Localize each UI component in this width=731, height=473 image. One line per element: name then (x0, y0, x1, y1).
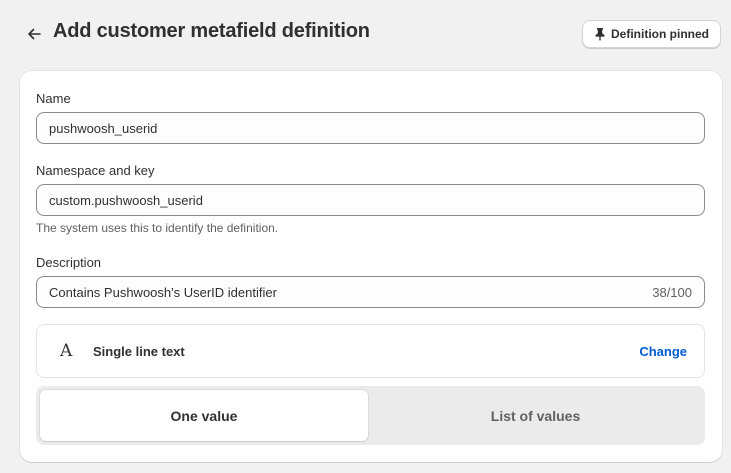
namespace-key-input[interactable]: custom.pushwoosh_userid (36, 184, 705, 216)
description-input[interactable]: Contains Pushwoosh's UserID identifier 3… (36, 276, 705, 308)
description-input-value: Contains Pushwoosh's UserID identifier (49, 284, 277, 300)
character-counter: 38/100 (652, 284, 692, 300)
list-of-values-option[interactable]: List of values (370, 390, 701, 441)
type-selector: A Single line text Change (36, 324, 705, 378)
back-button[interactable] (22, 22, 46, 46)
page-header: Add customer metafield definition Defini… (0, 0, 731, 68)
text-type-icon: A (60, 341, 73, 361)
arrow-left-icon (28, 28, 41, 40)
pin-icon (595, 28, 605, 41)
value-mode-toggle: One value List of values (36, 386, 705, 445)
name-input[interactable]: pushwoosh_userid (36, 112, 705, 144)
namespace-key-help-text: The system uses this to identify the def… (36, 221, 279, 235)
namespace-key-input-value: custom.pushwoosh_userid (49, 192, 203, 208)
definition-pinned-button[interactable]: Definition pinned (582, 20, 721, 48)
pin-button-label: Definition pinned (611, 27, 709, 41)
namespace-key-label: Namespace and key (36, 163, 155, 178)
one-value-option[interactable]: One value (40, 390, 368, 441)
type-name: Single line text (93, 344, 185, 359)
page-title: Add customer metafield definition (53, 20, 370, 42)
definition-card: Name pushwoosh_userid Namespace and key … (20, 71, 722, 462)
description-label: Description (36, 255, 102, 270)
name-input-value: pushwoosh_userid (49, 120, 158, 136)
change-type-link[interactable]: Change (639, 344, 687, 359)
name-label: Name (36, 91, 71, 106)
